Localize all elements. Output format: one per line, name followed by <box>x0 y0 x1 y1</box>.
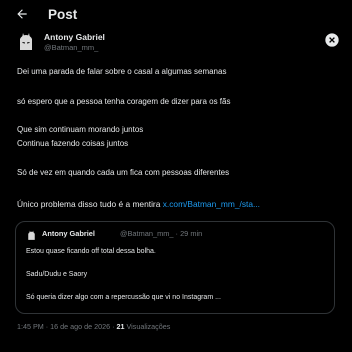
quote-author-name: Antony Gabriel <box>42 229 95 238</box>
post-metadata: 1:45 PM · 16 de ago de 2026 · 21 Visuali… <box>17 322 170 331</box>
post-timestamp[interactable]: 1:45 PM · 16 de ago de 2026 · <box>17 322 117 331</box>
close-icon <box>325 33 339 47</box>
post-text-line: Que sim continuam morando juntos <box>17 125 144 134</box>
post-text-line: Único problema disso tudo é a mentira x.… <box>17 199 260 209</box>
quote-text-line: Estou quase ficando off total dessa bolh… <box>26 248 156 255</box>
quote-text-line: Só queria dizer algo com a repercussão q… <box>26 294 221 301</box>
quoted-post[interactable]: Antony Gabriel @Batman_mm_ · 29 min Esto… <box>15 221 335 314</box>
post-author: Antony Gabriel @Batman_mm_ <box>14 30 340 58</box>
author-name[interactable]: Antony Gabriel <box>44 32 105 42</box>
page-title: Post <box>48 7 78 22</box>
arrow-left-icon <box>17 9 27 19</box>
close-button[interactable] <box>324 32 340 48</box>
post-link[interactable]: x.com/Batman_mm_/sta... <box>163 199 260 209</box>
quote-avatar[interactable] <box>25 229 38 242</box>
post-text-line: só espero que a pessoa tenha coragem de … <box>17 97 231 106</box>
quote-text-line: Sadu/Dudu e Saory <box>26 271 88 278</box>
views-count: 21 <box>116 322 125 331</box>
quote-handle-time: @Batman_mm_ · 29 min <box>120 229 203 238</box>
post-text-line: Só de vez em quando cada um fica com pes… <box>17 168 230 177</box>
views-label: Visualizações <box>124 322 171 331</box>
top-bar: Post <box>0 0 352 34</box>
post-text: Único problema disso tudo é a mentira <box>17 199 163 209</box>
back-button[interactable] <box>12 6 32 26</box>
batman-avatar-icon <box>25 229 38 242</box>
post-text-line: Dei uma parada de falar sobre o casal a … <box>17 67 227 76</box>
batman-avatar-icon <box>14 30 38 54</box>
post-text-line: Continua fazendo coisas juntos <box>17 139 129 148</box>
avatar[interactable] <box>14 30 38 54</box>
author-handle[interactable]: @Batman_mm_ <box>44 43 98 52</box>
